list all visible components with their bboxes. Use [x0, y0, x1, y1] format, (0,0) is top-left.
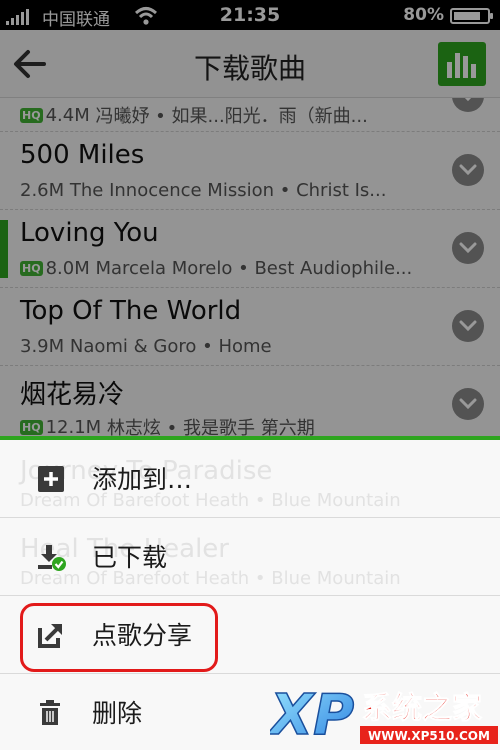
watermark-url: WWW.XP510.COM	[368, 729, 490, 743]
highlight-annotation	[20, 603, 218, 672]
menu-item-add-to[interactable]: 添加到…	[0, 440, 500, 518]
downloaded-icon	[38, 545, 66, 571]
menu-item-label: 删除	[92, 699, 143, 728]
add-icon	[38, 466, 64, 492]
watermark-site-name: 系统之家	[362, 691, 482, 726]
menu-item-downloaded[interactable]: 已下载	[0, 518, 500, 596]
menu-item-label: 已下载	[92, 543, 168, 572]
watermark-xp-logo: XP	[270, 683, 354, 748]
menu-item-label: 添加到…	[92, 465, 193, 494]
trash-icon	[40, 700, 60, 725]
site-watermark: XP 系统之家 WWW.XP510.COM	[266, 682, 500, 750]
watermark-logo: XP 系统之家 WWW.XP510.COM	[266, 682, 498, 749]
